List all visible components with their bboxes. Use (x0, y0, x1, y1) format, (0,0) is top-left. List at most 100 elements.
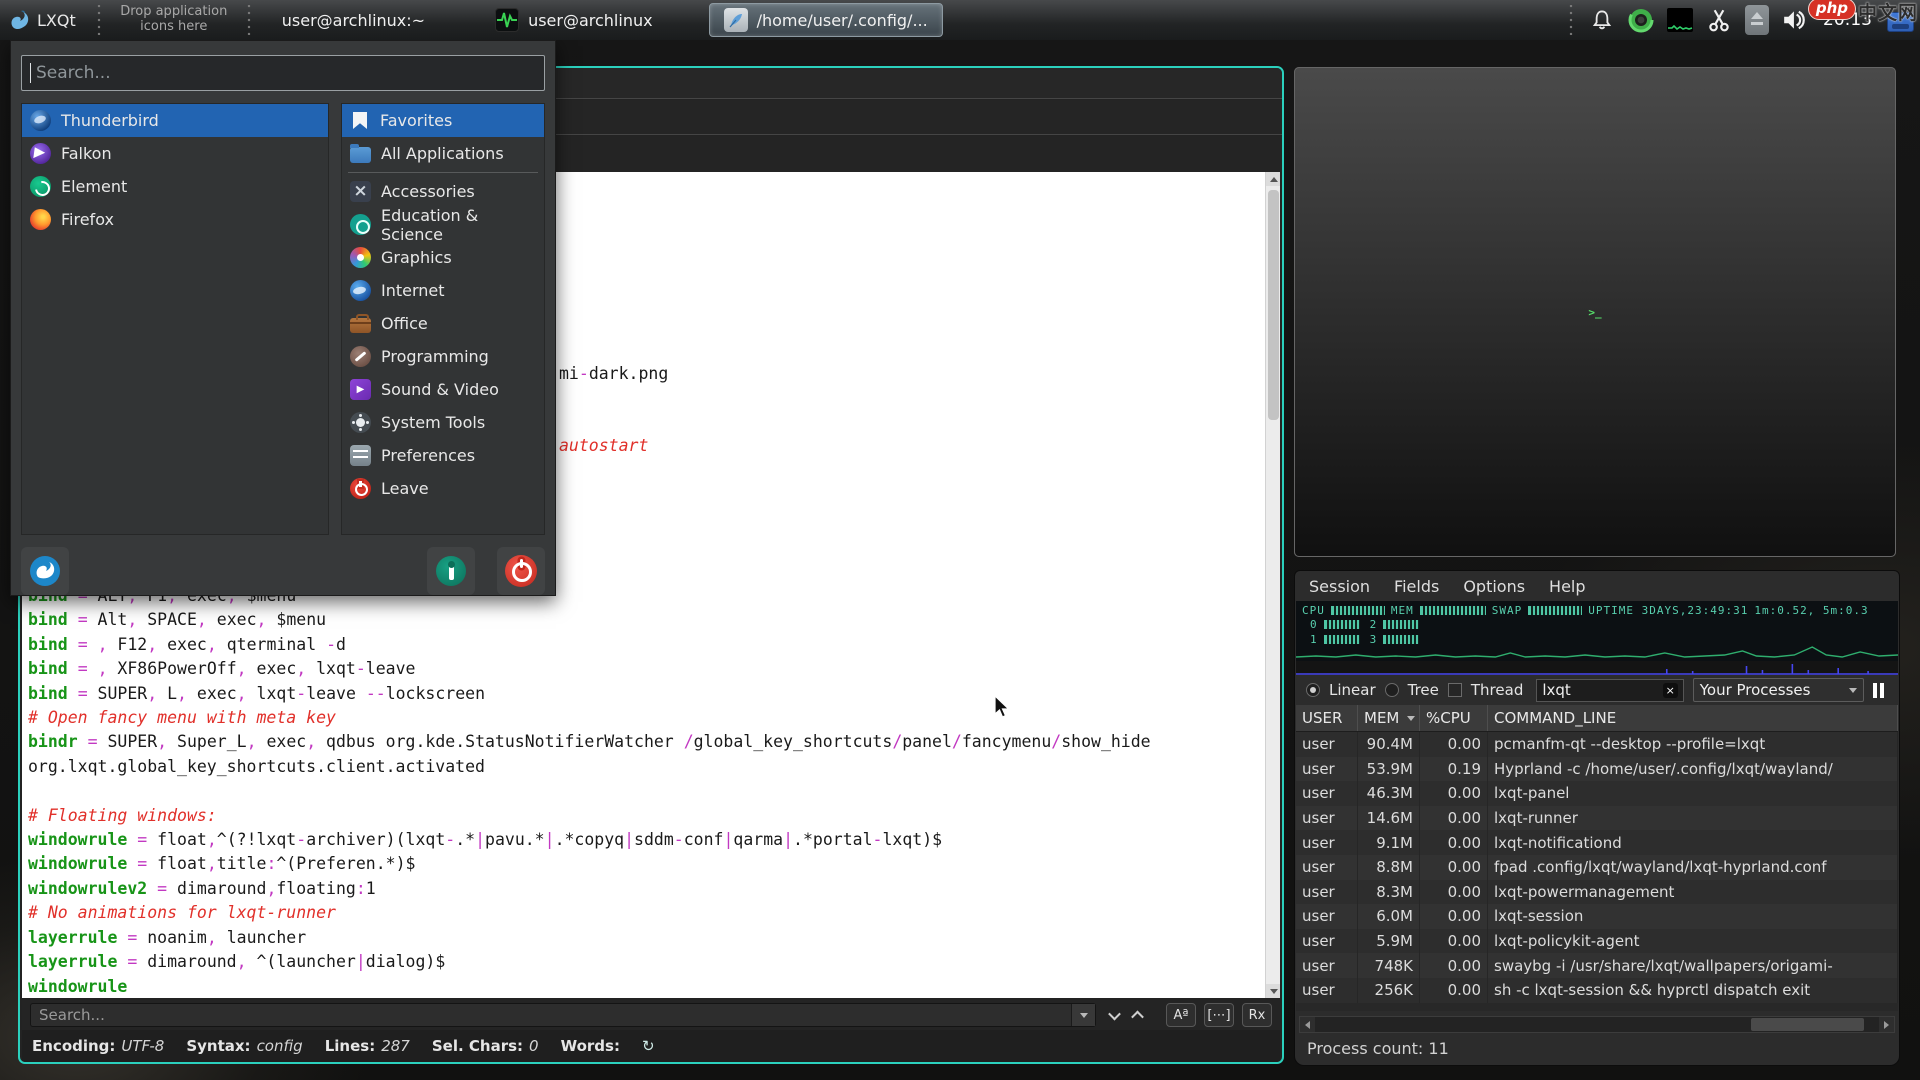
volume-icon[interactable] (1782, 7, 1808, 33)
task-icon-terminal: >_ (1294, 67, 1896, 557)
status-ring-icon[interactable] (1628, 7, 1654, 33)
category-item-system-tools[interactable]: System Tools (342, 406, 544, 439)
lcd-swap-label: SWAP (1492, 604, 1523, 617)
scroll-down-icon[interactable] (1266, 984, 1280, 998)
comment-text: # Open fancy menu with meta key (28, 708, 336, 727)
thread-checkbox[interactable] (1448, 683, 1462, 697)
menu-item-label: Element (61, 177, 127, 196)
taskbar-button[interactable]: /home/user/.config/... (709, 3, 943, 37)
tray-app-icon[interactable] (1887, 12, 1914, 32)
menu-leave-button[interactable] (497, 547, 545, 595)
category-item-all-applications[interactable]: All Applications (342, 137, 544, 170)
scroll-up-icon[interactable] (1266, 172, 1280, 186)
cpu-graph-tray-icon[interactable] (1667, 8, 1693, 32)
code-line: bindr = SUPER, Super_L, exec, qdbus org.… (28, 730, 1151, 754)
find-previous-icon[interactable] (1131, 1010, 1144, 1023)
category-item-leave[interactable]: Leave (342, 472, 544, 505)
table-row[interactable]: user90.4M0.00pcmanfm-qt --desktop --prof… (1296, 732, 1898, 757)
core-label: 2 (1370, 618, 1378, 631)
table-cell: 90.4M (1358, 732, 1420, 757)
editor-search-input[interactable]: Search... (30, 1003, 1096, 1027)
category-item-programming[interactable]: Programming (342, 340, 544, 373)
process-scope-select[interactable]: Your Processes (1693, 678, 1864, 702)
table-row[interactable]: user53.9M0.19Hyprland -c /home/user/.con… (1296, 757, 1898, 782)
category-item-office[interactable]: Office (342, 307, 544, 340)
bookmark-icon (353, 112, 367, 129)
panel-menu-button[interactable]: LXQt (0, 0, 90, 40)
category-item-education-science[interactable]: Education & Science (342, 208, 544, 241)
favorite-item-falkon[interactable]: Falkon (22, 137, 328, 170)
category-item-favorites[interactable]: Favorites (342, 104, 544, 137)
category-item-preferences[interactable]: Preferences (342, 439, 544, 472)
operator-text: = (127, 928, 137, 947)
notification-bell-icon[interactable] (1589, 7, 1615, 33)
table-row[interactable]: user46.3M0.00lxqt-panel (1296, 781, 1898, 806)
table-cell: 53.9M (1358, 757, 1420, 782)
regex-button[interactable]: Rx (1242, 1003, 1272, 1027)
scrollbar-thumb[interactable] (1268, 190, 1279, 420)
operator-text: = (127, 952, 137, 971)
table-row[interactable]: user9.1M0.00lxqt-notificationd (1296, 830, 1898, 855)
comment-text: # No animations for lxqt-runner (28, 903, 336, 922)
clock[interactable]: 20:13 (1823, 10, 1872, 30)
table-row[interactable]: user8.3M0.00lxqt-powermanagement (1296, 880, 1898, 905)
favorite-item-element[interactable]: Element (22, 170, 328, 203)
process-filter-input[interactable]: lxqt × (1536, 679, 1683, 702)
office-icon (350, 318, 371, 333)
monitor-menu-options[interactable]: Options (1463, 577, 1525, 596)
search-history-dropdown-icon[interactable] (1071, 1004, 1095, 1026)
whole-word-button[interactable]: [⋯] (1204, 1003, 1234, 1027)
table-row[interactable]: user8.8M0.00fpad .config/lxqt/wayland/lx… (1296, 855, 1898, 880)
category-item-sound-video[interactable]: Sound & Video (342, 373, 544, 406)
category-item-accessories[interactable]: Accessories (342, 175, 544, 208)
configure-gear-icon (436, 556, 466, 586)
column-header-cpu[interactable]: %CPU (1420, 705, 1488, 731)
menu-search-input[interactable]: Search... (21, 55, 545, 91)
monitor-horizontal-scrollbar[interactable] (1299, 1016, 1895, 1033)
clear-filter-icon[interactable]: × (1663, 683, 1678, 698)
removable-media-icon[interactable] (1745, 5, 1769, 35)
operator-text: : (356, 879, 366, 898)
category-item-graphics[interactable]: Graphics (342, 241, 544, 274)
combo-arrow-icon (1849, 688, 1857, 693)
hscroll-right-icon[interactable] (1879, 1017, 1894, 1032)
word-count-refresh-icon[interactable]: ↻ (642, 1037, 655, 1055)
screenshot-scissors-icon[interactable] (1706, 7, 1732, 33)
tree-radio[interactable] (1385, 683, 1399, 697)
hscroll-thumb[interactable] (1751, 1018, 1864, 1031)
pause-button[interactable] (1873, 683, 1888, 698)
favorite-item-firefox[interactable]: Firefox (22, 203, 328, 236)
mem-meter (1420, 606, 1486, 615)
linear-radio[interactable] (1306, 683, 1320, 697)
editor-vertical-scrollbar[interactable] (1265, 172, 1280, 998)
hscroll-left-icon[interactable] (1300, 1017, 1315, 1032)
column-header-mem[interactable]: MEM (1358, 705, 1420, 731)
table-row[interactable]: user6.0M0.00lxqt-session (1296, 904, 1898, 929)
panel-separator (246, 5, 252, 35)
column-header-commandline[interactable]: COMMAND_LINE (1488, 705, 1898, 731)
table-row[interactable]: user256K0.00sh -c lxqt-session && hyprct… (1296, 978, 1898, 1003)
operator-text: , (98, 635, 108, 654)
table-cell: user (1296, 806, 1358, 831)
table-row[interactable]: user5.9M0.00lxqt-policykit-agent (1296, 929, 1898, 954)
monitor-menu-help[interactable]: Help (1549, 577, 1585, 596)
table-row[interactable]: user748K0.00swaybg -i /usr/share/lxqt/wa… (1296, 953, 1898, 978)
column-header-user[interactable]: USER (1296, 705, 1358, 731)
favorite-item-thunderbird[interactable]: Thunderbird (22, 104, 328, 137)
lcd-cpu-label: CPU (1302, 604, 1325, 617)
lxqt-about-button[interactable] (21, 547, 69, 595)
menu-configure-button[interactable] (427, 547, 475, 595)
table-cell: 0.00 (1420, 978, 1488, 1003)
menu-favorites-list: ThunderbirdFalkon Element Firefox (21, 103, 329, 535)
taskbar-button[interactable]: user@archlinux (481, 3, 667, 37)
monitor-menu-fields[interactable]: Fields (1394, 577, 1439, 596)
code-line: windowrule = float,title:^(Preferen.*)$ (28, 852, 1151, 876)
thunderbird-icon (30, 110, 51, 131)
taskbar-button[interactable]: >_user@archlinux:~ (268, 3, 439, 37)
match-case-button[interactable]: Aª (1166, 1003, 1196, 1027)
table-row[interactable]: user14.6M0.00lxqt-runner (1296, 806, 1898, 831)
code-line: layerrule = dimaround, ^(launcher|dialog… (28, 950, 1151, 974)
monitor-menu-session[interactable]: Session (1309, 577, 1370, 596)
find-next-icon[interactable] (1108, 1007, 1121, 1020)
category-item-internet[interactable]: Internet (342, 274, 544, 307)
